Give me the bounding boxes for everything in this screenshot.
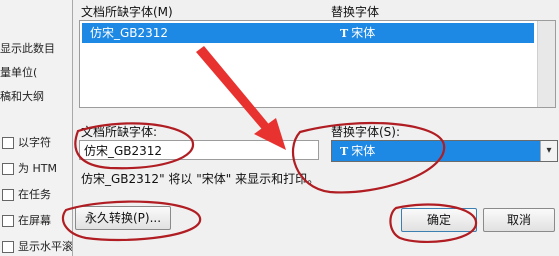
missing-font-label: 文档所缺字体: [81,125,158,139]
list-header-substitute-font: 替换字体 [331,5,380,19]
bg-checkbox-label: 为 HTM [18,162,57,175]
substitute-font-value: T 宋体 [340,141,375,162]
bg-checkbox-row-2[interactable]: 为 HTM [0,160,72,178]
bg-option-1: 显示此数目 [0,42,55,55]
checkbox[interactable] [2,241,14,253]
checkbox[interactable] [2,215,14,227]
bg-checkbox-label: 在任务 [18,188,51,201]
list-scrollbar[interactable] [537,21,555,107]
background-options-panel: 显示此数目 量单位( 稿和大纲 以字符 为 HTM 在任务 在屏幕 显示水平滚动… [0,0,111,256]
bg-option-2: 量单位( [0,66,38,79]
checkbox[interactable] [2,137,14,149]
row-substitute-font-name: 宋体 [351,26,376,40]
permanent-convert-button[interactable]: 永久转换(P)... [75,206,171,230]
font-mapping-list[interactable]: 仿宋_GB2312 T 宋体 [79,20,556,108]
truetype-font-icon: T [340,27,349,40]
bg-checkbox-row-3[interactable]: 在任务 [0,186,72,204]
checkbox[interactable] [2,189,14,201]
font-substitution-dialog: 文档所缺字体(M) 替换字体 仿宋_GB2312 T 宋体 文档所缺字体: 仿宋_… [72,0,559,256]
bg-checkbox-label: 以字符 [18,136,51,149]
bg-checkbox-row-1[interactable]: 以字符 [0,134,72,152]
substitution-info-text: 仿宋_GB2312" 将以 "宋体" 来显示和打印。 [81,172,320,186]
chevron-down-icon[interactable]: ▾ [540,141,557,161]
substitute-font-name: 宋体 [351,144,376,158]
bg-option-3: 稿和大纲 [0,90,44,103]
bg-checkbox-label: 在屏幕 [18,214,51,227]
truetype-font-icon: T [340,145,349,158]
ok-button[interactable]: 确定 [401,208,477,232]
cancel-button[interactable]: 取消 [483,208,555,232]
missing-font-field: 仿宋_GB2312 [79,140,319,160]
substitute-font-label: 替换字体(S): [331,125,401,139]
checkbox[interactable] [2,163,14,175]
row-missing-font: 仿宋_GB2312 [90,26,169,40]
font-mapping-row-selected[interactable]: 仿宋_GB2312 T 宋体 [82,23,534,43]
list-header-missing-font: 文档所缺字体(M) [81,5,173,19]
bg-checkbox-row-4[interactable]: 在屏幕 [0,212,72,230]
substitute-font-dropdown[interactable]: T 宋体 ▾ [331,140,558,162]
row-substitute-font: T 宋体 [340,23,375,44]
